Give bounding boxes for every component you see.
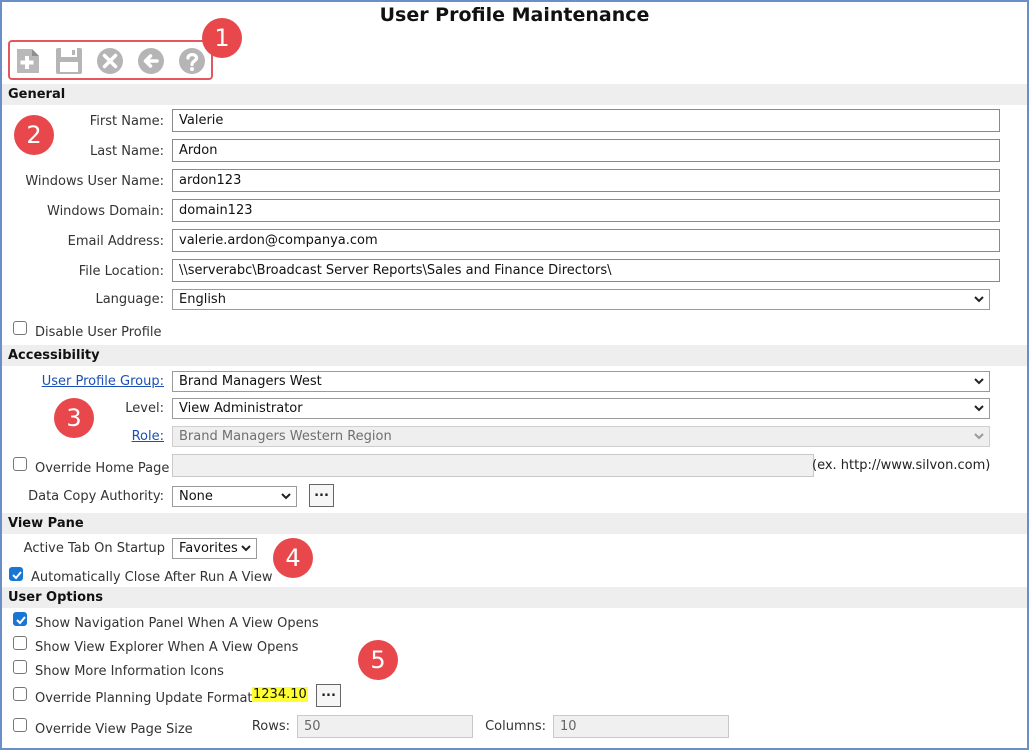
active-tab-label: Active Tab On Startup (23, 541, 165, 556)
section-general: General (2, 84, 1027, 105)
user-profile-group-link[interactable]: User Profile Group: (0, 374, 164, 389)
windows-domain-label: Windows Domain: (47, 204, 164, 219)
chevron-down-icon (974, 378, 984, 385)
cancel-icon (97, 48, 123, 74)
active-tab-select[interactable]: Favorites (172, 538, 257, 559)
planning-format-browse-button[interactable]: ... (316, 684, 341, 707)
level-label: Level: (125, 401, 164, 416)
override-planning-format-label: Override Planning Update Format (35, 691, 253, 706)
new-document-icon (17, 49, 39, 73)
active-tab-value: Favorites (179, 541, 238, 556)
show-info-icons-label: Show More Information Icons (35, 664, 224, 679)
chevron-down-icon (974, 296, 984, 303)
disable-profile-checkbox[interactable] (13, 321, 27, 335)
chevron-down-icon (974, 433, 984, 440)
last-name-input[interactable]: Ardon (172, 139, 1000, 162)
auto-close-label: Automatically Close After Run A View (31, 570, 273, 585)
override-planning-format-checkbox[interactable] (13, 687, 27, 701)
columns-input: 10 (553, 715, 729, 738)
role-value: Brand Managers Western Region (179, 429, 392, 444)
windows-user-name-label: Windows User Name: (25, 174, 164, 189)
callout-badge-1: 1 (202, 18, 242, 58)
home-page-url-input (172, 454, 814, 477)
user-profile-group-value: Brand Managers West (179, 374, 322, 389)
data-copy-authority-select[interactable]: None (172, 486, 297, 507)
file-location-input[interactable]: \\serverabc\Broadcast Server Reports\Sal… (172, 259, 1000, 282)
rows-input: 50 (297, 715, 473, 738)
help-button[interactable] (177, 47, 207, 75)
first-name-label: First Name: (89, 114, 164, 129)
data-copy-authority-label: Data Copy Authority: (28, 489, 164, 504)
language-value: English (179, 292, 226, 307)
file-location-label: File Location: (78, 264, 164, 279)
save-icon (56, 48, 82, 74)
home-page-hint: (ex. http://www.silvon.com) (812, 458, 991, 473)
callout-badge-5: 5 (358, 640, 398, 680)
auto-close-checkbox[interactable] (9, 567, 23, 581)
language-select[interactable]: English (172, 289, 990, 310)
level-value: View Administrator (179, 401, 303, 416)
checkmark-icon (12, 571, 22, 580)
disable-profile-label: Disable User Profile (35, 325, 162, 340)
planning-format-sample: 1234.10 (252, 687, 308, 702)
override-page-size-label: Override View Page Size (35, 722, 193, 737)
email-label: Email Address: (67, 234, 164, 249)
last-name-label: Last Name: (90, 144, 164, 159)
user-profile-group-select[interactable]: Brand Managers West (172, 371, 990, 392)
section-accessibility: Accessibility (2, 345, 1027, 366)
show-view-explorer-label: Show View Explorer When A View Opens (35, 640, 299, 655)
language-label: Language: (95, 292, 164, 307)
columns-label: Columns: (485, 719, 546, 734)
first-name-input[interactable]: Valerie (172, 109, 1000, 132)
cancel-button[interactable] (95, 47, 125, 75)
data-copy-authority-value: None (179, 489, 213, 504)
override-page-size-checkbox[interactable] (13, 718, 27, 732)
section-view-pane: View Pane (2, 513, 1027, 534)
rows-label: Rows: (251, 719, 290, 734)
override-home-page-checkbox[interactable] (13, 457, 27, 471)
section-user-options: User Options (2, 587, 1027, 608)
override-home-page-label: Override Home Page (35, 461, 170, 476)
data-copy-browse-button[interactable]: ... (309, 484, 334, 507)
checkmark-icon (16, 616, 26, 625)
page-title: User Profile Maintenance (379, 4, 650, 26)
show-navigation-panel-checkbox[interactable] (13, 612, 27, 626)
show-info-icons-checkbox[interactable] (13, 660, 27, 674)
show-view-explorer-checkbox[interactable] (13, 636, 27, 650)
new-button[interactable] (13, 47, 43, 75)
role-link[interactable]: Role: (0, 429, 164, 444)
windows-domain-input[interactable]: domain123 (172, 199, 1000, 222)
chevron-down-icon (281, 493, 291, 500)
level-select[interactable]: View Administrator (172, 398, 990, 419)
back-button[interactable] (136, 47, 166, 75)
help-icon (179, 48, 205, 74)
callout-badge-4: 4 (273, 538, 313, 578)
back-icon (138, 48, 164, 74)
role-select: Brand Managers Western Region (172, 426, 990, 447)
windows-user-name-input[interactable]: ardon123 (172, 169, 1000, 192)
chevron-down-icon (974, 405, 984, 412)
save-button[interactable] (54, 47, 84, 75)
email-input[interactable]: valerie.ardon@companya.com (172, 229, 1000, 252)
show-navigation-panel-label: Show Navigation Panel When A View Opens (35, 616, 319, 631)
chevron-down-icon (241, 545, 251, 552)
